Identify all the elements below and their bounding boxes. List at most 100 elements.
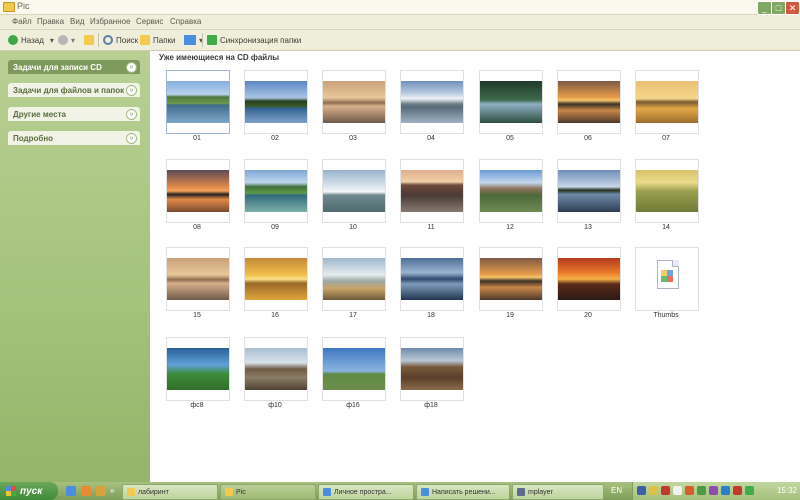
file-name[interactable]: Thumbs [626, 312, 706, 319]
taskbar-button[interactable]: mplayer [512, 484, 604, 500]
file-name[interactable]: ф16 [313, 402, 393, 409]
file-name[interactable]: 17 [313, 312, 393, 319]
quick-launch-browser-icon[interactable] [81, 486, 91, 496]
menu-tools[interactable]: Сервис [136, 17, 163, 26]
file-name[interactable]: 13 [548, 224, 628, 231]
sync-folder-button[interactable]: Синхронизация папки [207, 33, 301, 47]
file-thumbnail[interactable] [166, 159, 230, 223]
menu-bar: Файл Правка Вид Избранное Сервис Справка [0, 15, 800, 43]
tray-volume-icon[interactable] [673, 486, 682, 495]
taskbar-button[interactable]: Написать решени... [416, 484, 510, 500]
clock[interactable]: 15:32 [777, 486, 797, 495]
search-button[interactable]: Поиск [103, 33, 138, 47]
pane-cd-tasks[interactable]: Задачи для записи CD « [8, 60, 140, 74]
file-name[interactable]: 07 [626, 135, 706, 142]
menu-view[interactable]: Вид [70, 17, 84, 26]
file-name[interactable]: ф10 [235, 402, 315, 409]
file-name[interactable]: 04 [391, 135, 471, 142]
file-thumbnail[interactable] [400, 247, 464, 311]
file-thumbnail[interactable] [557, 247, 621, 311]
taskbar-button[interactable]: лабиринт [122, 484, 218, 500]
file-thumbnail[interactable] [244, 70, 308, 134]
file-thumbnail[interactable] [479, 159, 543, 223]
file-name[interactable]: 10 [313, 224, 393, 231]
tray-shield-icon[interactable] [649, 486, 658, 495]
tray-network-icon[interactable] [637, 486, 646, 495]
menu-favorites[interactable]: Избранное [90, 17, 131, 26]
file-thumbnail[interactable] [244, 247, 308, 311]
file-thumbnail[interactable] [635, 159, 699, 223]
file-thumbnail[interactable] [557, 159, 621, 223]
tray-bluetooth-icon[interactable] [721, 486, 730, 495]
file-thumbnail[interactable] [166, 70, 230, 134]
file-name[interactable]: 12 [470, 224, 550, 231]
file-thumbnail[interactable] [166, 337, 230, 401]
file-name[interactable]: 03 [313, 135, 393, 142]
expand-icon[interactable]: » [126, 133, 137, 144]
file-thumbnail[interactable] [400, 159, 464, 223]
menu-file[interactable]: Файл [12, 17, 32, 26]
taskbar-button[interactable]: Pic [220, 484, 316, 500]
folders-button[interactable]: Папки [140, 33, 176, 47]
tray-update-icon[interactable] [685, 486, 694, 495]
expand-icon[interactable]: » [126, 85, 137, 96]
file-name[interactable]: фс8 [157, 402, 237, 409]
file-name[interactable]: 18 [391, 312, 471, 319]
pane-file-tasks[interactable]: Задачи для файлов и папок » [8, 83, 140, 97]
file-thumbnail[interactable] [479, 70, 543, 134]
quick-launch-more-icon[interactable]: » [110, 486, 116, 496]
search-icon [103, 35, 113, 45]
pane-other-places[interactable]: Другие места » [8, 107, 140, 121]
quick-launch-app-icon[interactable] [96, 486, 106, 496]
file-name[interactable]: ф18 [391, 402, 471, 409]
file-thumbnail[interactable] [479, 247, 543, 311]
file-thumbnail[interactable] [635, 247, 699, 311]
file-thumbnail[interactable] [557, 70, 621, 134]
tray-app-icon[interactable] [697, 486, 706, 495]
close-button[interactable]: ✕ [785, 1, 800, 15]
file-name[interactable]: 08 [157, 224, 237, 231]
views-button[interactable]: ▾ [184, 33, 203, 47]
file-thumbnail[interactable] [244, 159, 308, 223]
file-thumbnail[interactable] [322, 70, 386, 134]
forward-button[interactable]: ▾ [58, 33, 75, 47]
file-name[interactable]: 16 [235, 312, 315, 319]
file-name[interactable]: 15 [157, 312, 237, 319]
tray-alert-icon[interactable] [733, 486, 742, 495]
back-button[interactable]: Назад ▾ [8, 33, 54, 47]
file-thumbnail[interactable] [400, 337, 464, 401]
file-thumbnail[interactable] [400, 70, 464, 134]
pane-details[interactable]: Подробно » [8, 131, 140, 145]
collapse-icon[interactable]: « [126, 62, 137, 73]
file-name[interactable]: 09 [235, 224, 315, 231]
tray-antivirus-icon[interactable] [661, 486, 670, 495]
file-thumbnail[interactable] [322, 337, 386, 401]
file-name[interactable]: 20 [548, 312, 628, 319]
file-name[interactable]: 02 [235, 135, 315, 142]
file-thumbnail[interactable] [166, 247, 230, 311]
file-thumbnail[interactable] [322, 159, 386, 223]
file-name[interactable]: 11 [391, 224, 471, 231]
file-thumbnail[interactable] [322, 247, 386, 311]
menu-edit[interactable]: Правка [37, 17, 64, 26]
minimize-button[interactable]: _ [757, 1, 772, 15]
tray-messenger-icon[interactable] [709, 486, 718, 495]
tray-sync-icon[interactable] [745, 486, 754, 495]
menu-help[interactable]: Справка [170, 17, 201, 26]
file-name[interactable]: 19 [470, 312, 550, 319]
language-indicator[interactable]: EN [611, 486, 622, 495]
file-name[interactable]: 14 [626, 224, 706, 231]
start-button[interactable]: пуск [0, 482, 58, 500]
file-thumbnail[interactable] [244, 337, 308, 401]
file-thumbnail[interactable] [635, 70, 699, 134]
file-name[interactable]: 01 [157, 135, 237, 142]
maximize-button[interactable]: □ [771, 1, 786, 15]
expand-icon[interactable]: » [126, 109, 137, 120]
chevron-down-icon: ▾ [71, 35, 76, 45]
file-name[interactable]: 05 [470, 135, 550, 142]
up-folder-icon [84, 35, 94, 45]
file-name[interactable]: 06 [548, 135, 628, 142]
taskbar-button[interactable]: Личное простра... [318, 484, 414, 500]
quick-launch-ie-icon[interactable] [66, 486, 76, 496]
up-folder-button[interactable] [84, 33, 97, 47]
